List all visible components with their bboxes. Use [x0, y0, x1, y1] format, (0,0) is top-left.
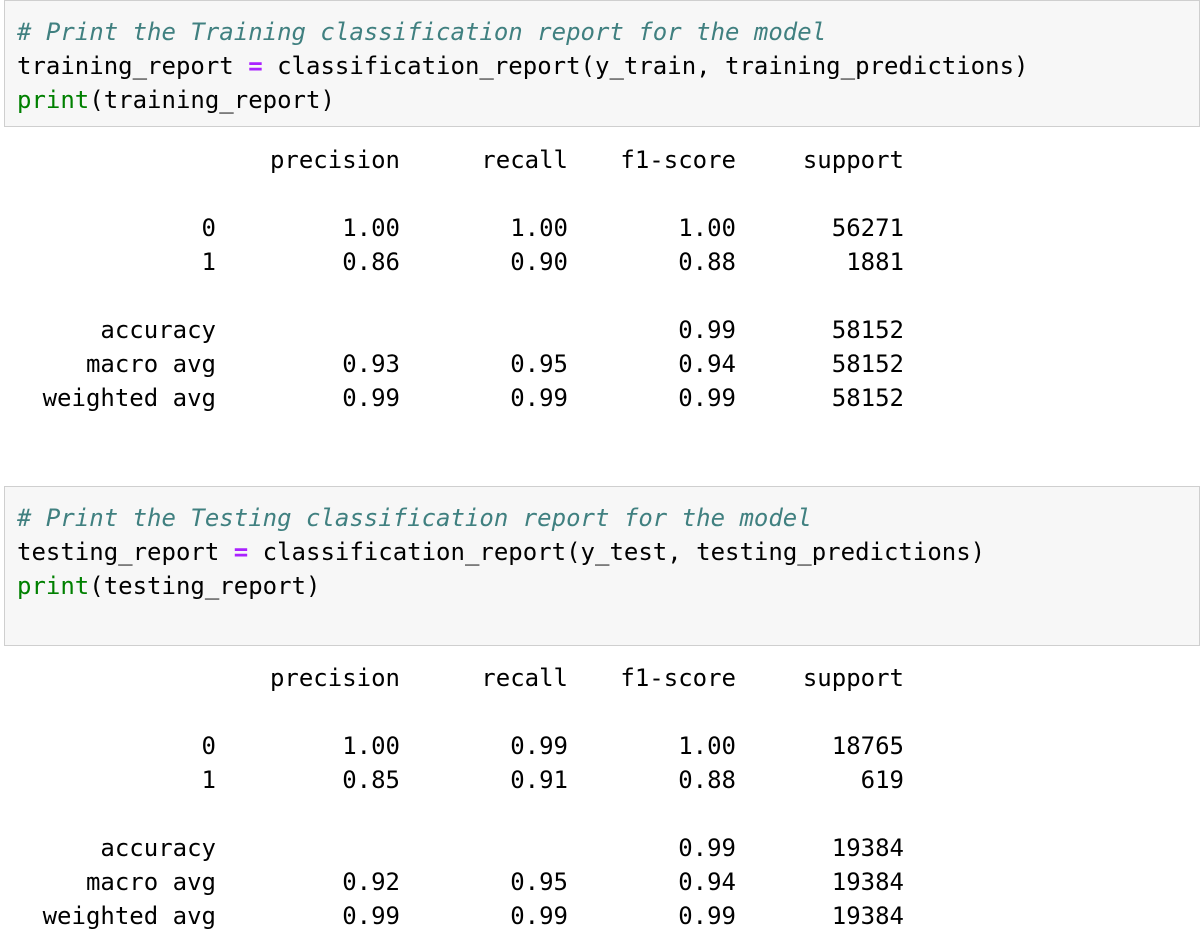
header-precision: precision [269, 146, 400, 174]
report-row: 1 0.85 0.91 0.88 619 [0, 763, 1202, 797]
print-builtin: print [17, 86, 90, 114]
header-f1-score: f1-score [620, 146, 736, 174]
row-support: 19384 [831, 902, 904, 930]
report-row: 0 1.00 1.00 1.00 56271 [0, 211, 1202, 245]
blank-row [0, 797, 1202, 831]
row-support: 58152 [831, 316, 904, 344]
code-line-assignment: testing_report = classification_report(y… [17, 535, 1199, 569]
row-support: 18765 [831, 732, 904, 760]
row-f1: 0.99 [678, 316, 736, 344]
code-line-print: print(training_report) [17, 83, 1199, 117]
row-f1: 0.99 [678, 902, 736, 930]
row-recall: 0.90 [510, 248, 568, 276]
row-label: weighted avg [42, 384, 216, 412]
row-recall: 0.99 [510, 902, 568, 930]
code-line-comment: # Print the Testing classification repor… [17, 501, 1199, 535]
row-label: 0 [201, 732, 216, 760]
row-support: 19384 [831, 868, 904, 896]
row-recall: 0.99 [510, 732, 568, 760]
print-args: (testing_report) [89, 572, 321, 600]
row-support: 58152 [831, 350, 904, 378]
report-header-row: precision recall f1-score support [0, 661, 1202, 695]
row-label: 0 [201, 214, 216, 242]
row-recall: 0.95 [510, 868, 568, 896]
row-f1: 0.94 [678, 350, 736, 378]
row-support: 1881 [846, 248, 904, 276]
row-precision: 0.86 [342, 248, 400, 276]
row-support: 56271 [831, 214, 904, 242]
header-support: support [802, 664, 904, 692]
row-support: 58152 [831, 384, 904, 412]
row-precision: 0.99 [342, 384, 400, 412]
print-args: (training_report) [89, 86, 335, 114]
row-f1: 0.88 [678, 248, 736, 276]
code-comment: # Print the Training classification repo… [17, 18, 827, 46]
header-f1-score: f1-score [620, 664, 736, 692]
row-recall: 0.99 [510, 384, 568, 412]
row-f1: 1.00 [678, 732, 736, 760]
row-label: weighted avg [42, 902, 216, 930]
summary-row-macro-avg: macro avg 0.92 0.95 0.94 19384 [0, 865, 1202, 899]
row-f1: 1.00 [678, 214, 736, 242]
report-row: 0 1.00 0.99 1.00 18765 [0, 729, 1202, 763]
blank-row [0, 177, 1202, 211]
output-training-report: precision recall f1-score support 0 1.00… [0, 143, 1202, 415]
header-recall: recall [481, 664, 568, 692]
variable-name: training_report [17, 52, 234, 80]
code-line-assignment: training_report = classification_report(… [17, 49, 1199, 83]
function-call: classification_report(y_test, testing_pr… [262, 538, 986, 566]
assign-operator: = [233, 538, 249, 566]
header-precision: precision [269, 664, 400, 692]
row-label: accuracy [100, 316, 216, 344]
row-precision: 0.99 [342, 902, 400, 930]
row-precision: 0.85 [342, 766, 400, 794]
code-cell-testing[interactable]: # Print the Testing classification repor… [4, 486, 1200, 646]
row-f1: 0.99 [678, 384, 736, 412]
header-support: support [802, 146, 904, 174]
row-label: 1 [201, 766, 216, 794]
variable-name: testing_report [17, 538, 220, 566]
summary-row-weighted-avg: weighted avg 0.99 0.99 0.99 58152 [0, 381, 1202, 415]
report-header-row: precision recall f1-score support [0, 143, 1202, 177]
row-f1: 0.88 [678, 766, 736, 794]
summary-row-accuracy: accuracy 0.99 19384 [0, 831, 1202, 865]
row-precision: 0.92 [342, 868, 400, 896]
row-precision: 1.00 [342, 732, 400, 760]
print-builtin: print [17, 572, 90, 600]
blank-row [0, 279, 1202, 313]
code-comment: # Print the Testing classification repor… [17, 504, 812, 532]
report-row: 1 0.86 0.90 0.88 1881 [0, 245, 1202, 279]
row-label: 1 [201, 248, 216, 276]
assign-operator: = [248, 52, 263, 80]
row-support: 19384 [831, 834, 904, 862]
code-cell-training[interactable]: # Print the Training classification repo… [4, 0, 1200, 127]
blank-row [0, 695, 1202, 729]
function-call: classification_report(y_train, training_… [277, 52, 1029, 80]
summary-row-accuracy: accuracy 0.99 58152 [0, 313, 1202, 347]
row-support: 619 [860, 766, 904, 794]
row-recall: 1.00 [510, 214, 568, 242]
summary-row-weighted-avg: weighted avg 0.99 0.99 0.99 19384 [0, 899, 1202, 933]
header-recall: recall [481, 146, 568, 174]
row-f1: 0.94 [678, 868, 736, 896]
row-label: accuracy [100, 834, 216, 862]
row-recall: 0.95 [510, 350, 568, 378]
row-label: macro avg [85, 868, 216, 896]
summary-row-macro-avg: macro avg 0.93 0.95 0.94 58152 [0, 347, 1202, 381]
output-testing-report: precision recall f1-score support 0 1.00… [0, 661, 1202, 933]
row-label: macro avg [85, 350, 216, 378]
code-line-comment: # Print the Training classification repo… [17, 15, 1199, 49]
row-recall: 0.91 [510, 766, 568, 794]
row-f1: 0.99 [678, 834, 736, 862]
row-precision: 0.93 [342, 350, 400, 378]
row-precision: 1.00 [342, 214, 400, 242]
code-line-print: print(testing_report) [17, 569, 1199, 603]
